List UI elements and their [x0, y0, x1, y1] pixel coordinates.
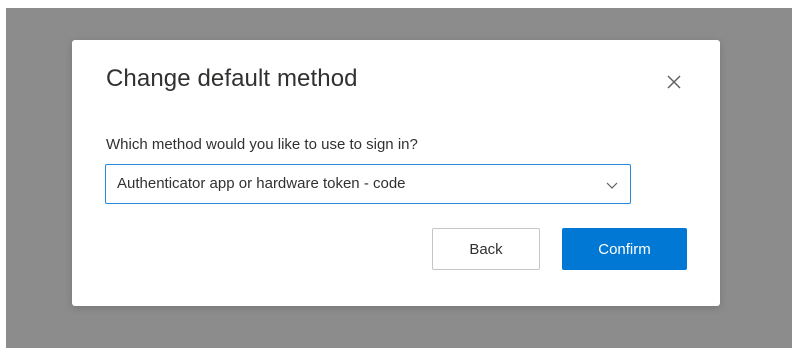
method-prompt-label: Which method would you like to use to si…: [106, 136, 418, 153]
dialog-title: Change default method: [106, 65, 358, 92]
back-button[interactable]: Back: [432, 228, 540, 270]
method-select-value: Authenticator app or hardware token - co…: [117, 175, 406, 192]
chevron-down-icon: [606, 182, 618, 189]
close-icon: [667, 75, 681, 89]
confirm-button[interactable]: Confirm: [562, 228, 687, 270]
method-select[interactable]: Authenticator app or hardware token - co…: [105, 164, 631, 204]
close-button[interactable]: [664, 72, 684, 92]
change-default-method-dialog: Change default method Which method would…: [72, 40, 720, 306]
